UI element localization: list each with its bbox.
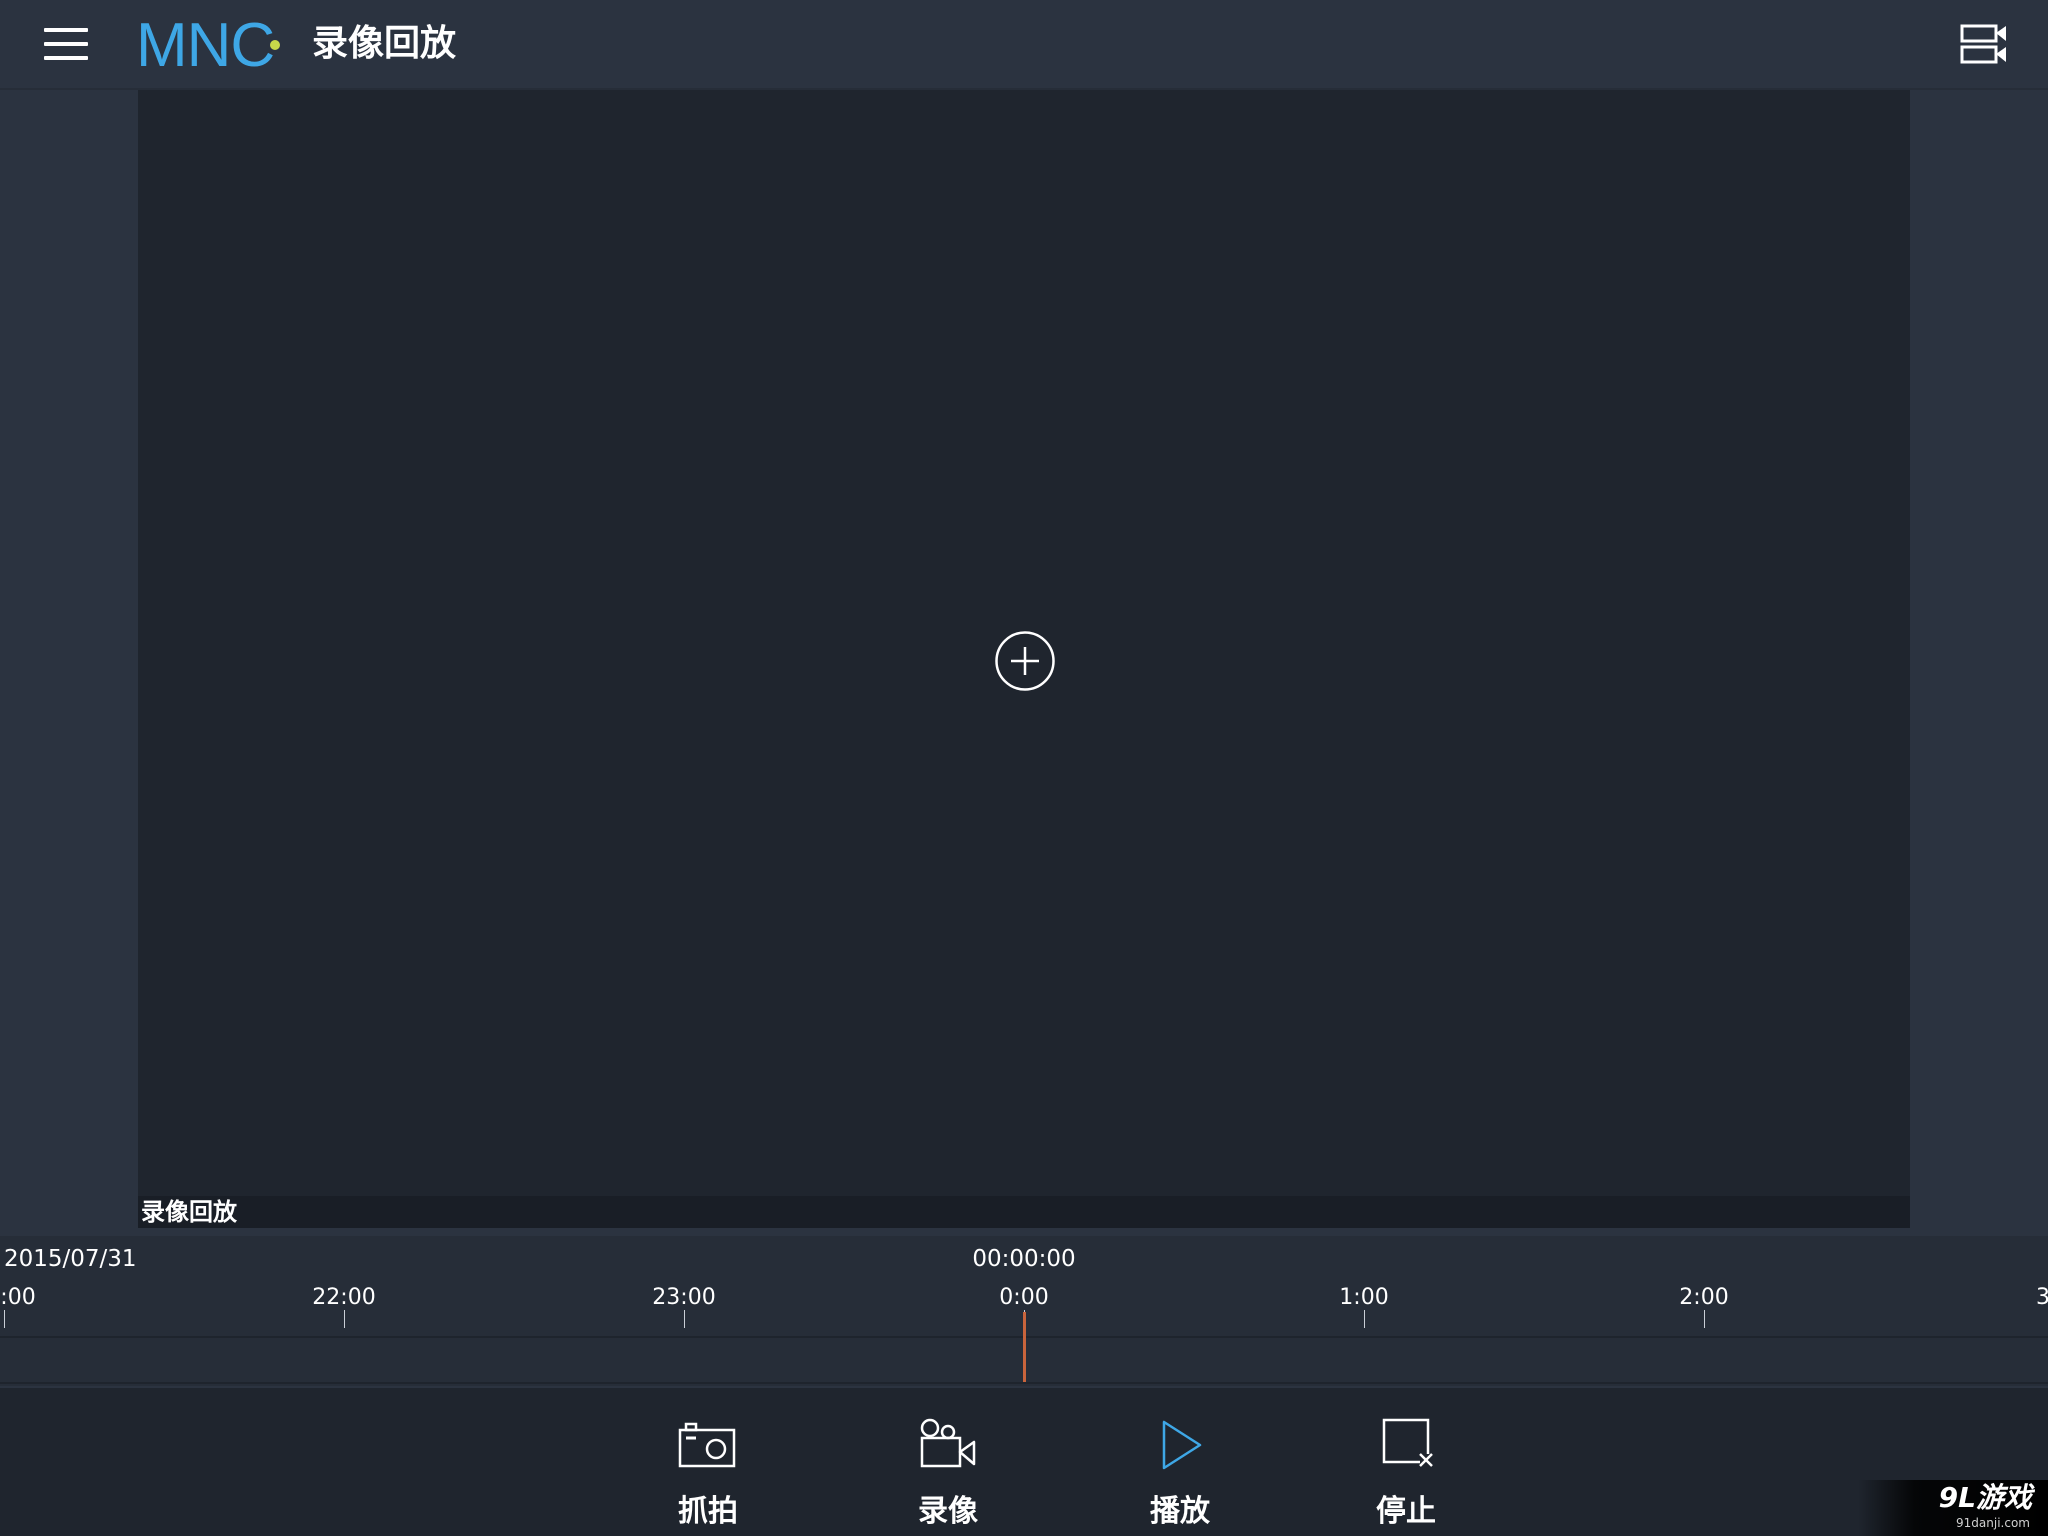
camera-icon [678, 1422, 736, 1468]
playhead-marker[interactable] [1023, 1312, 1026, 1382]
timeline-date: 2015/07/31 [4, 1246, 137, 1272]
video-caption-bar: 录像回放 [138, 1196, 1910, 1228]
watermark-logo: 9L游戏 [1938, 1481, 2032, 1514]
tick-label: :00 [0, 1285, 36, 1310]
app-window: MNC 录像回放 录像回放 2015/07/31 00:00:00:00 22… [0, 0, 2048, 1536]
stop-button[interactable]: 停止 [1346, 1388, 1466, 1536]
watermark: 9L游戏 91danji.com [1858, 1480, 2048, 1536]
tick-label: 22:00 [312, 1285, 376, 1310]
play-button[interactable]: 播放 [1120, 1388, 1240, 1536]
tick-mark [684, 1310, 685, 1328]
hamburger-menu-icon[interactable] [40, 24, 94, 66]
time-ruler[interactable]: :00 22:00 23:00 0:00 1:00 2:00 3:0 [0, 1280, 2048, 1386]
svg-text:MNC: MNC [136, 12, 274, 76]
stop-icon [1382, 1418, 1433, 1467]
play-icon [1162, 1420, 1202, 1470]
play-label: 播放 [1150, 1494, 1210, 1529]
tick-label: 2:00 [1679, 1285, 1729, 1310]
record-button[interactable]: 录像 [888, 1388, 1008, 1536]
tick-mark [344, 1310, 345, 1328]
ruler-divider [0, 1382, 2048, 1384]
stop-label: 停止 [1376, 1494, 1436, 1529]
record-label: 录像 [918, 1494, 978, 1529]
tick-label: 0:00 [999, 1285, 1049, 1310]
tick-mark [4, 1310, 5, 1328]
mnc-logo: MNC [136, 12, 280, 76]
watermark-url: 91danji.com [1956, 1516, 2030, 1530]
top-bar: MNC 录像回放 [0, 0, 2048, 90]
tick-label: 1:00 [1339, 1285, 1389, 1310]
snapshot-button[interactable]: 抓拍 [648, 1388, 768, 1536]
plus-circle-icon[interactable] [994, 630, 1056, 692]
snapshot-label: 抓拍 [678, 1494, 738, 1529]
tick-mark [1364, 1310, 1365, 1328]
video-view[interactable]: 录像回放 [138, 90, 1910, 1228]
page-title: 录像回放 [312, 23, 457, 64]
timeline-current-time: 00:00:00 [972, 1246, 1076, 1272]
split-screen-camera-icon[interactable] [1960, 22, 2010, 66]
video-caption: 录像回放 [141, 1198, 237, 1226]
tick-mark [1704, 1310, 1705, 1328]
timeline[interactable]: 2015/07/31 00:00:00 :00 22:00 23:00 0:00… [0, 1236, 2048, 1386]
tick-label: 3:0 [2036, 1285, 2048, 1310]
video-camera-icon [920, 1418, 976, 1468]
bottom-toolbar: 抓拍 录像 播放 停止 [0, 1388, 2048, 1536]
tick-label: 23:00 [652, 1285, 716, 1310]
